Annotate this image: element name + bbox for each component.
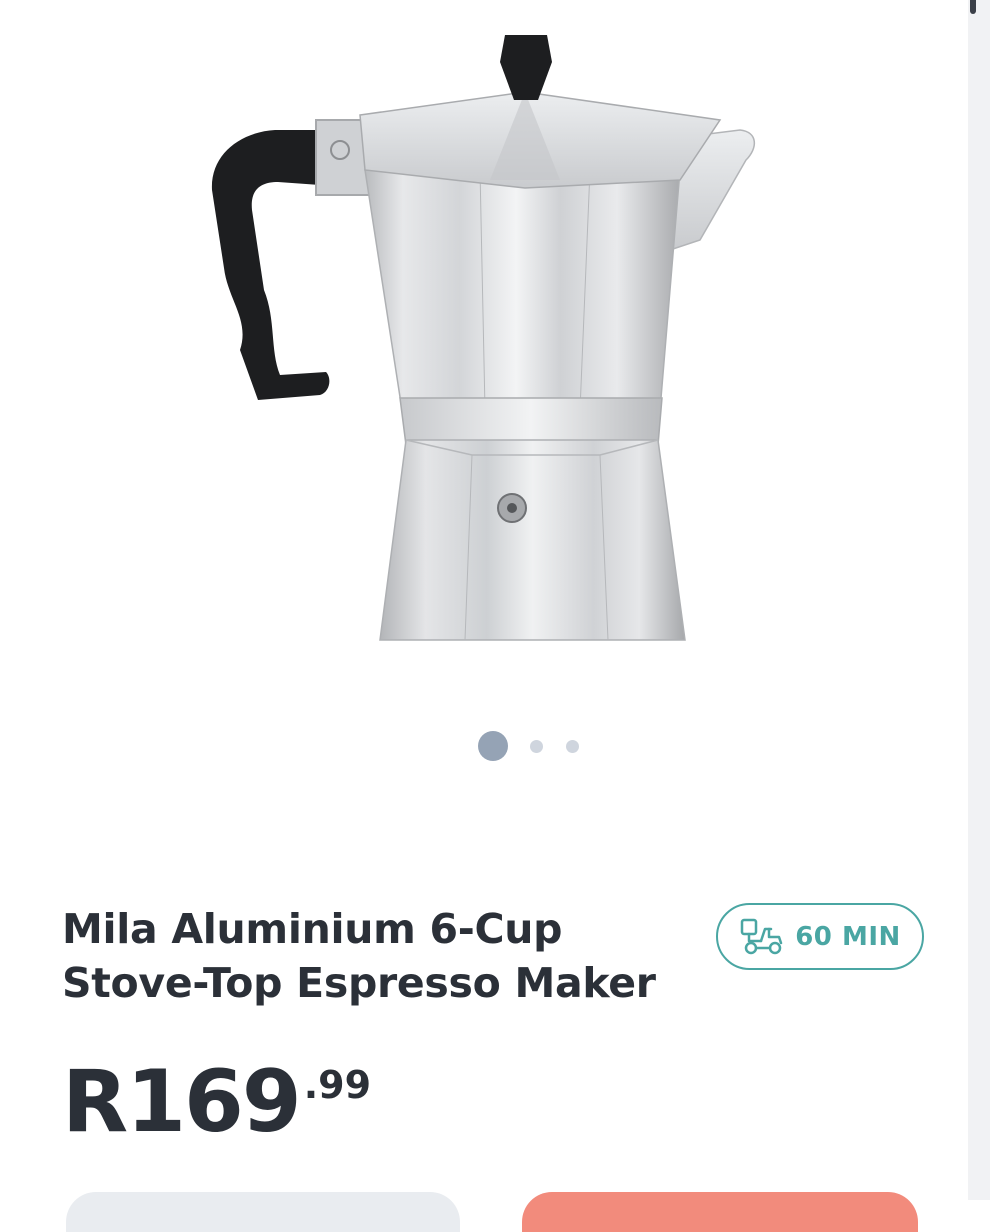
product-price: R169 .99: [62, 1052, 371, 1152]
scrollbar-thumb[interactable]: [970, 0, 976, 14]
scooter-icon: [740, 918, 783, 954]
lower-body: [379, 439, 686, 641]
delivery-time-label: 60 MIN: [795, 921, 901, 952]
scrollbar-track[interactable]: [968, 0, 990, 1200]
price-cents: .99: [303, 1063, 372, 1107]
carousel-dot-2[interactable]: [530, 739, 543, 753]
secondary-action-button[interactable]: [66, 1192, 460, 1232]
product-image[interactable]: [180, 20, 800, 700]
upper-body: [364, 169, 681, 411]
carousel-dot-3[interactable]: [566, 739, 579, 753]
handle: [211, 130, 330, 400]
product-title: Mila Aluminium 6-Cup Stove-Top Espresso …: [62, 902, 682, 1010]
middle-ring: [399, 397, 663, 446]
product-title-line1: Mila Aluminium 6-Cup: [62, 905, 563, 953]
carousel-dot-1[interactable]: [478, 731, 508, 761]
delivery-time-badge: 60 MIN: [716, 903, 924, 970]
lid-knob: [500, 35, 552, 100]
add-to-cart-button[interactable]: [522, 1192, 918, 1232]
price-main: R169: [62, 1052, 302, 1152]
carousel-indicator[interactable]: [478, 731, 579, 761]
product-title-line2: Stove-Top Espresso Maker: [62, 959, 656, 1007]
